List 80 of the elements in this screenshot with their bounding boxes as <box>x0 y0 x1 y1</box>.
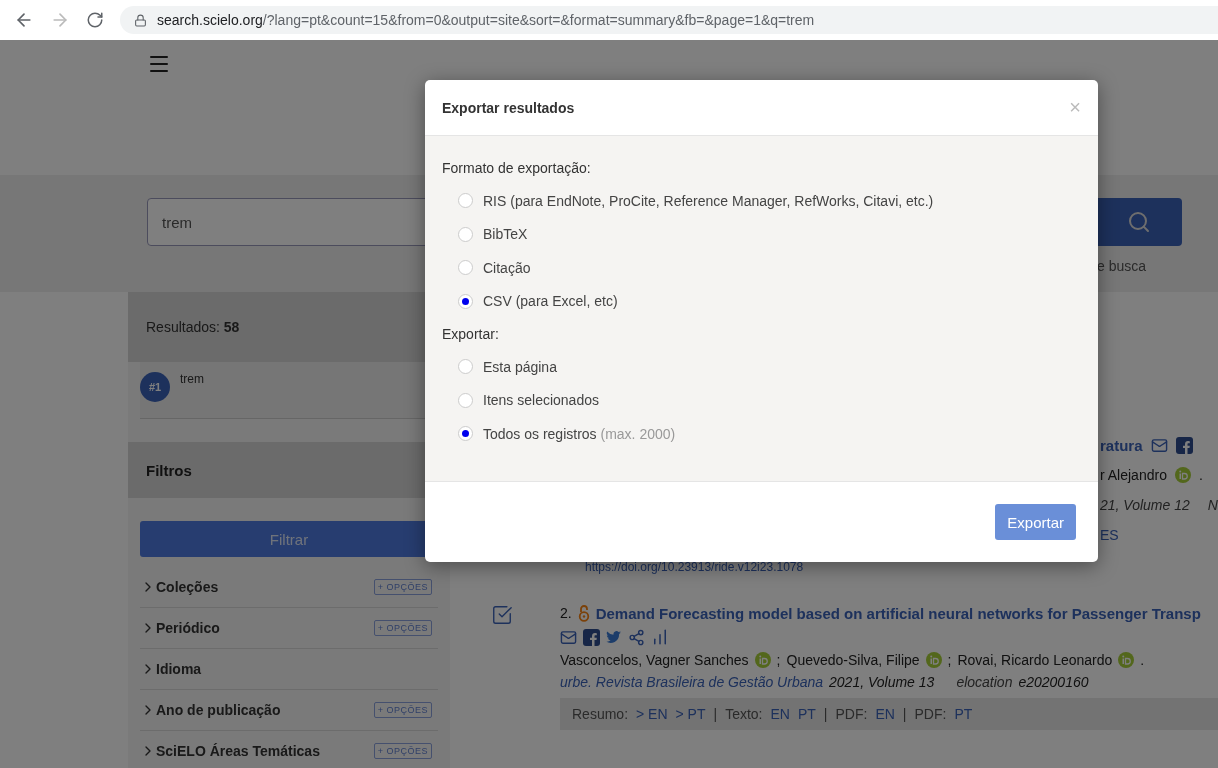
search-icon <box>1126 210 1151 234</box>
link-label: Resumo: <box>572 706 629 722</box>
language-link[interactable]: > EN <box>636 706 668 722</box>
author-name: Vasconcelos, Vagner Sanches <box>560 652 749 668</box>
filter-toggle[interactable]: Coleções <box>156 579 374 595</box>
url-path: /?lang=pt&count=15&from=0&output=site&sort=&format=summary&fb=&page=1&q=trem <box>262 12 815 28</box>
year-volume: 2021, Volume 13 <box>829 674 935 690</box>
mail-icon[interactable] <box>1150 436 1168 454</box>
language-link[interactable]: PT <box>954 706 973 722</box>
article-title[interactable]: Demand Forecasting model based on artificial neural networks for Passenger Transp <box>595 604 1201 622</box>
language-link[interactable]: PT <box>797 706 816 722</box>
author-name: Rovai, Ricardo Leonardo <box>957 652 1113 668</box>
results-count: Resultados: 58 <box>146 319 240 335</box>
reload-icon[interactable] <box>86 11 104 29</box>
source-text: 21, Volume 12 <box>1100 497 1190 513</box>
radio-button[interactable] <box>458 426 473 442</box>
language-link[interactable]: > PT <box>675 706 706 722</box>
dialog-title: Exportar resultados <box>442 99 575 116</box>
options-button[interactable]: + OPÇÕES <box>373 743 432 759</box>
option-label[interactable]: Esta página <box>483 358 557 375</box>
url-host: search.scielo.org <box>157 12 263 28</box>
share-icon[interactable] <box>628 628 645 646</box>
elocation-value: e20200160 <box>1018 674 1089 690</box>
radio-button[interactable] <box>458 226 473 242</box>
options-button[interactable]: + OPÇÕES <box>373 702 432 718</box>
options-button[interactable]: + OPÇÕES <box>373 579 432 595</box>
facebook-icon[interactable] <box>583 628 600 646</box>
group-label: Formato de exportação: <box>442 160 592 176</box>
link-label: Texto: <box>725 706 763 722</box>
option-label[interactable]: Todos os registros (max. 2000) <box>483 425 676 442</box>
close-button[interactable]: × <box>1069 96 1081 119</box>
options-button[interactable]: + OPÇÕES <box>373 620 432 636</box>
radio-button[interactable] <box>458 293 473 309</box>
elocation-label: elocation <box>956 674 1013 690</box>
separator: | <box>713 706 718 722</box>
language-link[interactable]: EN <box>770 706 790 722</box>
search-button[interactable] <box>1095 198 1182 246</box>
bird-icon[interactable] <box>606 630 622 644</box>
history-badge[interactable]: #1 <box>140 372 170 402</box>
export-button[interactable]: Exportar <box>995 504 1076 540</box>
item-number: 2. <box>560 605 572 621</box>
filter-toggle[interactable]: Ano de publicação <box>156 702 374 718</box>
chart-icon[interactable] <box>651 628 669 646</box>
journal-link[interactable]: urbe. Revista Brasileira de Gestão Urbana <box>560 674 824 690</box>
author-name: Quevedo-Silva, Filipe <box>786 652 920 668</box>
lock-icon <box>134 13 147 27</box>
option-label[interactable]: Citação <box>483 259 531 276</box>
filter-toggle[interactable]: Periódico <box>156 620 374 636</box>
history-query[interactable]: trem <box>180 372 204 386</box>
punctuation: . <box>1198 467 1203 483</box>
author-name: r Alejandro <box>1100 467 1167 483</box>
option-label[interactable]: BibTeX <box>483 226 528 243</box>
link-label: PDF: <box>835 706 868 722</box>
filter-toggle[interactable]: SciELO Áreas Temáticas <box>156 743 374 759</box>
separator: | <box>902 706 907 722</box>
open-lock-icon <box>577 604 590 622</box>
option-label[interactable]: Itens selecionados <box>483 392 599 409</box>
radio-button[interactable] <box>458 392 473 408</box>
article-title[interactable]: ratura <box>1100 436 1143 454</box>
option-label[interactable]: CSV (para Excel, etc) <box>483 293 618 310</box>
address-bar[interactable]: search.scielo.org/?lang=pt&count=15&from=0&output=site&sort=&format=summary&fb=&page=1&q=trem <box>120 6 1218 34</box>
punctuation: ; <box>776 652 781 668</box>
radio-button[interactable] <box>458 193 473 209</box>
group-label: Exportar: <box>442 326 500 342</box>
facebook-icon[interactable] <box>1175 436 1193 454</box>
separator: | <box>823 706 828 722</box>
doi-link[interactable]: https://doi.org/10.23913/ride.v12i23.1078 <box>585 560 1218 574</box>
source-extra: N <box>1207 497 1218 513</box>
search-hint: e busca <box>1096 258 1146 274</box>
language-link[interactable]: ES <box>1100 527 1119 543</box>
language-link[interactable]: EN <box>875 706 895 722</box>
filter-toggle[interactable]: Idioma <box>156 661 438 677</box>
checked-checkbox[interactable] <box>491 604 513 626</box>
radio-button[interactable] <box>458 359 473 375</box>
mail-icon[interactable] <box>560 628 577 646</box>
punctuation: ; <box>947 652 952 668</box>
link-label: PDF: <box>914 706 947 722</box>
punctuation: . <box>1140 652 1145 668</box>
option-label[interactable]: RIS (para EndNote, ProCite, Reference Manager, RefWorks, Citavi, etc.) <box>483 192 934 209</box>
radio-button[interactable] <box>458 260 473 276</box>
